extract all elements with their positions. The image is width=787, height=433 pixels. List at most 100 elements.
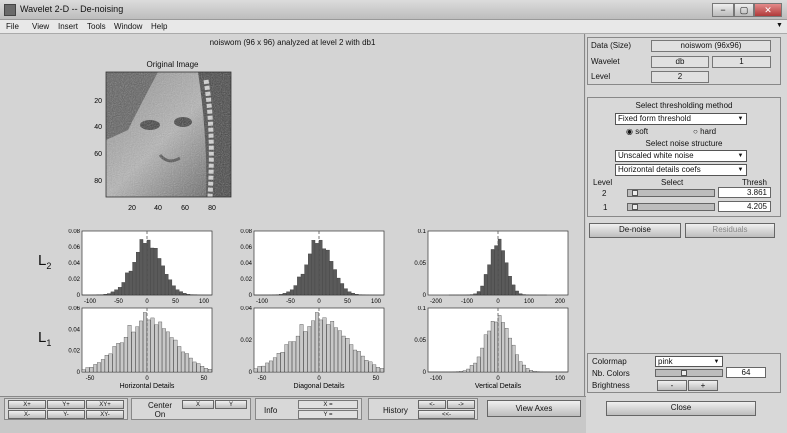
menu-help[interactable]: Help — [151, 22, 167, 31]
plot-caption: noiswom (96 x 96) analyzed at level 2 wi… — [209, 38, 376, 47]
close-window-button[interactable]: ✕ — [754, 3, 782, 17]
histogram-bar — [349, 344, 354, 373]
slider-thumb[interactable] — [681, 370, 687, 376]
histogram-bar — [308, 253, 312, 296]
threshold-method-select[interactable]: Fixed form threshold ▼ — [615, 113, 747, 125]
histogram-bar — [257, 366, 262, 373]
denoise-button[interactable]: De-noise — [589, 223, 681, 238]
center-y-button[interactable]: Y — [215, 400, 247, 409]
histogram-diagonal-level1: 0.04 0.02 0 -50 0 50 Diagonal Details — [240, 306, 385, 390]
histogram-bar — [165, 331, 170, 373]
zoom-x-minus-button[interactable]: X- — [8, 410, 46, 419]
histogram-bar — [173, 339, 178, 373]
details-select[interactable]: Horizontal details coefs ▼ — [615, 164, 747, 176]
menu-overflow-icon[interactable]: ▼ — [776, 22, 783, 29]
histogram-bar — [139, 320, 143, 373]
zoom-y-minus-button[interactable]: Y- — [47, 410, 85, 419]
menu-insert[interactable]: Insert — [58, 22, 78, 31]
histogram-bar — [357, 351, 361, 373]
histogram-bar — [508, 276, 512, 296]
histogram-bar — [297, 276, 301, 296]
minimize-button[interactable]: − — [712, 3, 734, 17]
histogram-bar — [476, 291, 481, 296]
histogram-bar — [315, 312, 319, 373]
history-back-button[interactable]: <- — [418, 400, 446, 409]
histogram-xtick: -50 — [258, 376, 267, 382]
menu-file[interactable]: File — [6, 22, 19, 31]
threshold-slider-level2[interactable] — [627, 189, 715, 197]
y-coord-field: Y = — [298, 410, 358, 419]
histogram-bar — [276, 353, 281, 373]
zoom-xy-plus-button[interactable]: XY+ — [86, 400, 124, 409]
threshold-value-level2[interactable]: 3.861 — [718, 187, 771, 198]
histogram-bar — [143, 312, 147, 373]
histogram-bar — [515, 290, 519, 296]
level-1-label: L1 — [38, 329, 52, 348]
brightness-minus-button[interactable]: - — [657, 380, 687, 391]
histogram-bar — [372, 364, 377, 373]
history-forward-button[interactable]: -> — [447, 400, 475, 409]
histogram-bar — [282, 293, 287, 296]
histogram-bar — [368, 361, 373, 373]
threshold-value-level1[interactable]: 4.205 — [718, 201, 771, 212]
menu-window[interactable]: Window — [114, 22, 142, 31]
histogram-ytick: 0.06 — [240, 245, 252, 251]
threshold-slider-level1[interactable] — [627, 203, 715, 211]
row-level-1: 1 — [603, 203, 608, 212]
orig-ytick: 40 — [94, 124, 102, 131]
center-x-button[interactable]: X — [182, 400, 214, 409]
menu-view[interactable]: View — [32, 22, 49, 31]
zoom-xy-minus-button[interactable]: XY- — [86, 410, 124, 419]
histogram-bar — [146, 239, 151, 296]
histogram-bar — [272, 357, 277, 373]
histogram-bar — [186, 294, 191, 296]
histogram-horizontal-level1: 0.06 0.04 0.02 0 -50 0 50 Horizontal Details — [68, 306, 213, 390]
menu-tools[interactable]: Tools — [87, 22, 106, 31]
histogram-bar — [462, 370, 467, 373]
histogram-xtick: 0 — [317, 299, 321, 305]
history-reset-button[interactable]: <<- — [418, 410, 475, 419]
histogram-xlabel: Horizontal Details — [120, 383, 175, 390]
close-button[interactable]: Close — [606, 401, 756, 416]
histogram-bar — [150, 317, 155, 373]
nb-colors-slider[interactable] — [655, 369, 723, 377]
histogram-bar — [529, 370, 533, 373]
center-label: Center — [147, 401, 172, 410]
histogram-bar — [292, 341, 296, 373]
histogram-bar — [299, 324, 304, 373]
histogram-xtick: 100 — [524, 299, 535, 305]
view-axes-button[interactable]: View Axes — [487, 400, 581, 417]
residuals-button[interactable]: Residuals — [685, 223, 775, 238]
histogram-diagonal-level2: 0.080.060.040.020-100 -50 0 50 100 — [240, 229, 385, 305]
zoom-y-plus-button[interactable]: Y+ — [47, 400, 85, 409]
histogram-bar — [501, 250, 505, 296]
histogram-ytick: 0.02 — [68, 349, 80, 355]
histogram-bar — [188, 357, 193, 373]
histogram-bar — [181, 351, 186, 373]
level-field: 2 — [651, 71, 709, 83]
histogram-bar — [97, 362, 101, 373]
soft-radio[interactable]: ◉ soft — [626, 127, 648, 136]
histogram-bar — [307, 326, 312, 373]
histogram-bar — [497, 315, 502, 373]
orig-ytick: 20 — [94, 98, 102, 105]
histogram-bar — [337, 330, 342, 373]
slider-thumb[interactable] — [632, 190, 638, 196]
histogram-bar — [157, 258, 162, 296]
brightness-plus-button[interactable]: + — [688, 380, 718, 391]
histogram-ytick: 0.06 — [68, 306, 80, 312]
histogram-bar — [353, 349, 358, 373]
original-image-title: Original Image — [146, 60, 199, 69]
hard-radio[interactable]: ○ hard — [693, 127, 716, 136]
original-image-axes: 20 40 60 80 20 40 60 80 — [94, 71, 232, 212]
histogram-bar — [162, 328, 166, 373]
maximize-button[interactable]: ▢ — [734, 3, 754, 17]
histogram-bar — [532, 370, 537, 373]
slider-thumb[interactable] — [632, 204, 638, 210]
colormap-select[interactable]: pink ▼ — [655, 356, 723, 367]
noise-structure-select[interactable]: Unscaled white noise ▼ — [615, 150, 747, 162]
histogram-bar — [107, 293, 111, 296]
zoom-x-plus-button[interactable]: X+ — [8, 400, 46, 409]
nb-colors-label: Nb. Colors — [592, 369, 630, 378]
nb-colors-field[interactable]: 64 — [726, 367, 766, 378]
